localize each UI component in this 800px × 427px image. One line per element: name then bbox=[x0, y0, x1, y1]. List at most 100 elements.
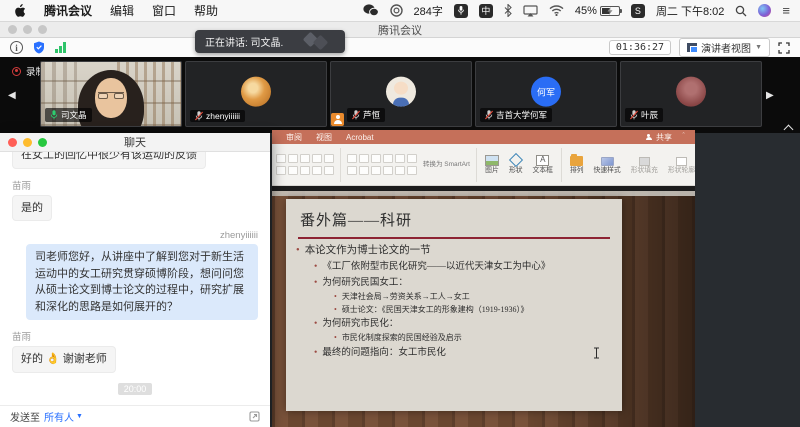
text-cursor-icon bbox=[593, 347, 600, 359]
scroll-left-arrow[interactable]: ◀ bbox=[8, 90, 16, 101]
mic-muted-icon bbox=[485, 110, 493, 120]
mic-muted-icon bbox=[352, 110, 360, 120]
cartoon-avatar bbox=[386, 77, 416, 107]
quick-styles-button[interactable]: 快速样式 bbox=[592, 155, 623, 174]
chevron-down-icon: ▼ bbox=[76, 413, 83, 420]
wifi-icon[interactable] bbox=[549, 5, 564, 16]
slide-bullet: 最终的问题指向：女工市民化 bbox=[314, 347, 622, 360]
speaker-view-button[interactable]: 演讲者视图 ▼ bbox=[679, 38, 770, 57]
tab-acrobat[interactable]: Acrobat bbox=[346, 133, 374, 142]
meeting-window-titlebar: 腾讯会议 bbox=[0, 22, 800, 38]
sogou-input-icon[interactable]: S bbox=[631, 4, 645, 18]
meeting-info-icon[interactable]: i bbox=[10, 41, 23, 54]
layout-view-icon bbox=[687, 43, 697, 52]
meeting-timer: 01:36:27 bbox=[609, 40, 671, 55]
bluetooth-icon[interactable] bbox=[504, 4, 512, 17]
mic-on-icon bbox=[50, 110, 58, 120]
spiral-status-icon[interactable] bbox=[390, 4, 403, 17]
chat-title: 聊天 bbox=[0, 134, 270, 150]
shape-outline-icon bbox=[676, 157, 687, 166]
initials-avatar: 何军 bbox=[531, 77, 561, 107]
dog-avatar bbox=[241, 77, 271, 107]
ppt-ribbon: 转换为 SmartArt 图片 形状 A 文本框 排列 快速样式 形状填充 bbox=[272, 144, 695, 186]
battery-status[interactable]: 45% bbox=[575, 5, 620, 17]
slide-bullet: 为何研究民国女工： bbox=[314, 277, 622, 290]
siri-icon[interactable] bbox=[758, 4, 771, 17]
apple-menu-icon[interactable] bbox=[14, 4, 26, 18]
dictation-mic-icon[interactable] bbox=[454, 4, 468, 18]
network-signal-icon[interactable] bbox=[55, 42, 66, 53]
participant-name: zhenyiiiiii bbox=[206, 111, 240, 121]
chat-message-bubble: 在女工的回忆中很少有该运动的反馈 bbox=[12, 152, 206, 169]
chat-message-bubble: 好的 👌 谢谢老师 bbox=[12, 346, 116, 373]
video-strip: 录制中 ◀ 司文晶 zhenyiiiiii 芦恒 何军 bbox=[0, 57, 800, 133]
menu-help[interactable]: 帮助 bbox=[194, 2, 218, 19]
menu-edit[interactable]: 编辑 bbox=[110, 2, 134, 19]
fullscreen-button[interactable] bbox=[778, 42, 790, 54]
textbox-icon: A bbox=[536, 155, 549, 166]
chat-footer: 发送至 所有人 ▼ bbox=[0, 405, 270, 427]
send-to-selector[interactable]: 所有人 bbox=[44, 409, 74, 424]
host-badge-icon bbox=[331, 113, 344, 126]
shared-powerpoint-window: 审阅 视图 Acrobat 共享 ＾ 转换为 SmartArt 图片 形状 bbox=[272, 130, 695, 427]
mic-muted-icon bbox=[195, 111, 203, 121]
wechat-icon[interactable] bbox=[363, 4, 379, 17]
tencent-meeting-logo-watermark bbox=[305, 34, 331, 50]
arrange-icon bbox=[570, 156, 583, 166]
menubar-app-name[interactable]: 腾讯会议 bbox=[44, 2, 92, 19]
shape-outline-button[interactable]: 形状轮廓 bbox=[666, 155, 695, 174]
menubar-clock[interactable]: 周二 下午8:02 bbox=[656, 3, 724, 19]
ime-status-icon[interactable]: 中 bbox=[479, 4, 493, 18]
participant-tile[interactable]: 芦恒 bbox=[330, 61, 472, 127]
paragraph-group[interactable] bbox=[347, 154, 417, 175]
tab-view[interactable]: 视图 bbox=[316, 132, 332, 143]
participant-tile[interactable]: 叶辰 bbox=[620, 61, 762, 127]
collapse-strip-chevron-icon[interactable] bbox=[785, 124, 793, 132]
person-add-icon bbox=[645, 134, 652, 141]
smartart-convert-button[interactable]: 转换为 SmartArt bbox=[423, 161, 470, 169]
slide-bullet: 天津社会局→劳资关系→工人→女工 bbox=[334, 292, 622, 303]
tab-review[interactable]: 审阅 bbox=[286, 132, 302, 143]
participant-tile[interactable]: zhenyiiiiii bbox=[185, 61, 327, 127]
collapse-ribbon-chevron-icon[interactable]: ＾ bbox=[680, 132, 687, 142]
font-group[interactable] bbox=[276, 154, 334, 175]
chat-message-bubble: 是的 bbox=[12, 195, 52, 222]
arrange-button[interactable]: 排列 bbox=[568, 155, 586, 174]
chat-message-bubble: 司老师您好，从讲座中了解到您对于新生活运动中的女工研究贯穿硕博阶段，想问问您从硕… bbox=[26, 244, 258, 320]
participant-name: 芦恒 bbox=[363, 109, 380, 121]
participant-name: 叶辰 bbox=[641, 109, 658, 121]
slide-bullet: 市民化制度探索的民国经验及启示 bbox=[334, 333, 622, 344]
share-button[interactable]: 共享 ＾ bbox=[645, 132, 695, 143]
slide: 番外篇——科研 本论文作为博士论文的一节 《工厂依附型市民化研究——以近代天津女… bbox=[286, 199, 622, 411]
chat-titlebar: 聊天 bbox=[0, 133, 270, 152]
chat-sender-name: zhenyiiiiii bbox=[12, 230, 258, 241]
picture-icon bbox=[485, 155, 499, 166]
spotlight-search-icon[interactable] bbox=[735, 5, 747, 17]
presentation-stage: 番外篇——科研 本论文作为博士论文的一节 《工厂依附型市民化研究——以近代天津女… bbox=[272, 191, 695, 427]
chat-sender-name: 苗雨 bbox=[12, 329, 258, 343]
insert-shape-button[interactable]: 形状 bbox=[507, 154, 525, 174]
menu-window[interactable]: 窗口 bbox=[152, 2, 176, 19]
chat-message-list[interactable]: 在女工的回忆中很少有该运动的反馈 苗雨 是的 zhenyiiiiii 司老师您好… bbox=[0, 152, 270, 405]
notification-center-icon[interactable]: ≡ bbox=[782, 3, 790, 18]
participant-name: 吉首大学何军 bbox=[496, 109, 547, 121]
insert-picture-button[interactable]: 图片 bbox=[483, 155, 501, 174]
meeting-security-shield-icon[interactable] bbox=[33, 41, 45, 54]
quick-styles-icon bbox=[601, 157, 614, 166]
chat-time-divider: 20:00 bbox=[12, 383, 258, 395]
scroll-right-arrow[interactable]: ▶ bbox=[766, 90, 774, 101]
statue-avatar bbox=[676, 77, 706, 107]
shape-fill-button[interactable]: 形状填充 bbox=[629, 155, 660, 174]
slide-bullet: 《工厂依附型市民化研究——以近代天津女工为中心》 bbox=[314, 261, 622, 274]
word-count-status[interactable]: 284字 bbox=[414, 3, 443, 19]
slide-bullet: 本论文作为博士论文的一节 bbox=[296, 244, 622, 258]
participant-tile[interactable]: 何军 吉首大学何军 bbox=[475, 61, 617, 127]
recording-icon bbox=[12, 67, 21, 76]
participant-tile[interactable]: 司文晶 bbox=[40, 61, 182, 127]
slide-divider-line bbox=[298, 237, 610, 239]
screen-mirroring-icon[interactable] bbox=[523, 5, 538, 17]
popout-chat-icon[interactable] bbox=[249, 411, 260, 422]
chat-sender-name: 苗雨 bbox=[12, 178, 258, 192]
insert-textbox-button[interactable]: A 文本框 bbox=[531, 155, 555, 174]
slide-bullet: 硕士论文：《民国天津女工的形象建构（1919-1936）》 bbox=[334, 305, 622, 316]
